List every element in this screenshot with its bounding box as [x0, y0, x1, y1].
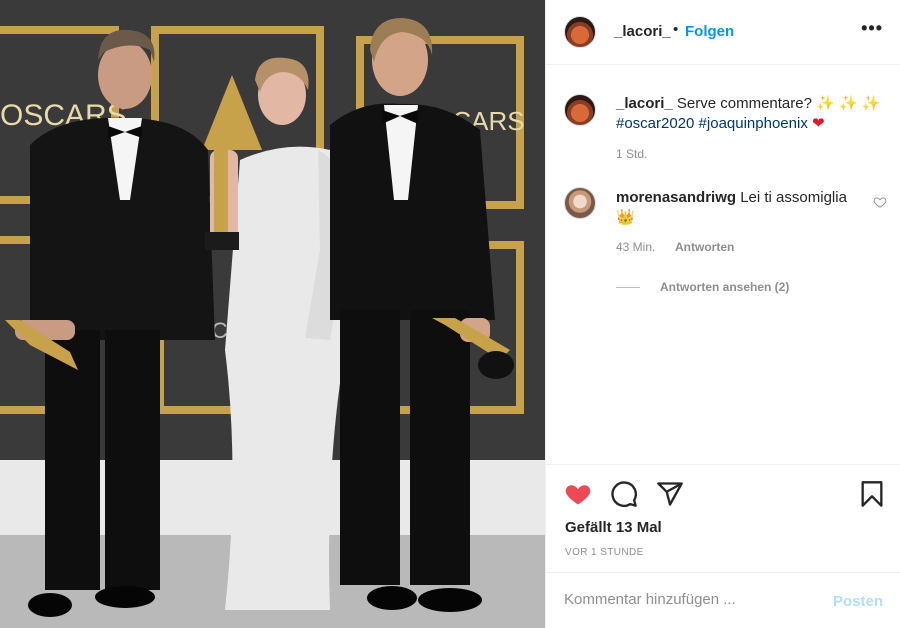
avatar[interactable] [564, 16, 596, 48]
header-username[interactable]: _lacori_ [614, 23, 671, 40]
caption-username[interactable]: _lacori_ [616, 95, 673, 112]
comment-input[interactable] [564, 591, 804, 608]
sparkles-emoji: ✨ ✨ ✨ [816, 95, 881, 112]
post-comment-button[interactable]: Posten [833, 593, 883, 610]
comment-username[interactable]: morenasandriwg [616, 189, 736, 206]
heart-filled-icon[interactable] [564, 480, 592, 508]
likes-count[interactable]: Gefällt 13 Mal [565, 519, 662, 536]
comment-timestamp: 43 Min. [616, 240, 656, 254]
caption-timestamp: 1 Std. [616, 147, 648, 161]
add-comment-bar: Posten [546, 572, 900, 628]
follow-button[interactable]: Folgen [685, 23, 734, 40]
reply-button[interactable]: Antworten [675, 240, 734, 254]
more-options-icon[interactable]: ••• [861, 18, 883, 39]
comment-icon[interactable] [610, 480, 638, 508]
caption-body: Serve commentare? [676, 95, 812, 112]
view-replies-label: Antworten ansehen (2) [660, 280, 790, 294]
caption-hashtags[interactable]: #oscar2020 #joaquinphoenix [616, 115, 808, 132]
view-replies-button[interactable]: Antworten ansehen (2) [616, 280, 789, 294]
comment-body: Lei ti assomiglia [740, 189, 847, 206]
paper-plane-icon[interactable] [656, 480, 684, 508]
post-date: VOR 1 STUNDE [565, 547, 644, 558]
post-header: _lacori_ • Folgen ••• [546, 0, 900, 65]
view-replies-divider [616, 286, 640, 288]
comment-avatar[interactable] [564, 187, 596, 219]
comment-like-icon[interactable] [873, 195, 887, 209]
heart-emoji: ❤ [812, 115, 825, 132]
caption-text: _lacori_ Serve commentare? ✨ ✨ ✨ #oscar2… [616, 94, 888, 134]
comment-text: morenasandriwg Lei ti assomiglia 👑 [616, 188, 866, 228]
bookmark-icon[interactable] [858, 480, 886, 508]
photo-illustration: OSCARS SCARS OSC [0, 0, 545, 628]
post-actions: Gefällt 13 Mal VOR 1 STUNDE [546, 464, 900, 572]
header-separator: • [673, 21, 679, 38]
post-side-panel: _lacori_ • Folgen ••• _lacori_ Serve com… [545, 0, 900, 628]
post-photo[interactable]: OSCARS SCARS OSC [0, 0, 545, 628]
caption-avatar[interactable] [564, 94, 596, 126]
crown-emoji: 👑 [616, 209, 635, 226]
